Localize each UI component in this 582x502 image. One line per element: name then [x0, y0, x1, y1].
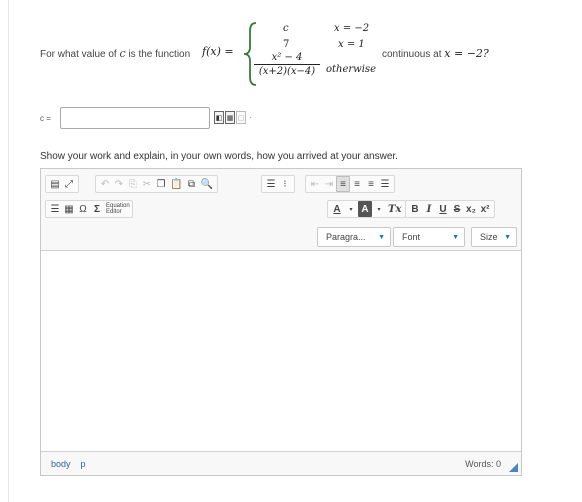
- help-icon[interactable]: ▢: [236, 111, 246, 124]
- horizontal-rule-icon[interactable]: ☰: [48, 201, 62, 217]
- path-p[interactable]: p: [81, 459, 86, 469]
- editor-content-area[interactable]: [41, 252, 521, 450]
- variable-c: c: [119, 47, 126, 60]
- source-icon[interactable]: ▤: [48, 176, 62, 192]
- equation-editor-line2: Editor: [106, 209, 122, 215]
- underline-button[interactable]: U: [436, 201, 450, 217]
- chevron-down-icon: ▼: [378, 233, 385, 241]
- answer-label: c =: [40, 114, 51, 123]
- table-icon[interactable]: ▦: [62, 201, 76, 217]
- maximize-icon[interactable]: ⤢: [62, 176, 76, 192]
- undo-icon[interactable]: ↶: [98, 176, 112, 192]
- omega-icon[interactable]: Ω: [76, 201, 90, 217]
- paragraph-format-value: Paragra...: [326, 232, 366, 242]
- toolbar-group-colors: A ▾ A ▾ Tx: [327, 200, 407, 218]
- piece-2-value: 7: [283, 39, 290, 50]
- paste-text-icon[interactable]: ⎘: [126, 176, 140, 192]
- middle-text: is the function: [128, 49, 191, 60]
- piece-2-condition: x = 1: [338, 39, 365, 50]
- answer-tools: ◧ ▦ ▢ ·: [214, 111, 252, 124]
- word-count: Words: 0: [465, 459, 501, 469]
- piece-1-value: c: [283, 23, 289, 34]
- piece-3-fraction: x² − 4 (x+2)(x−4): [254, 52, 320, 77]
- sigma-icon[interactable]: Σ: [90, 201, 104, 217]
- toolbar-group-lists: ☰ ⁝: [261, 175, 295, 193]
- path-body[interactable]: body: [51, 459, 71, 469]
- indent-icon[interactable]: ⇥: [322, 176, 336, 192]
- italic-button[interactable]: I: [422, 201, 436, 217]
- prefix-text: For what value of: [40, 49, 117, 60]
- left-border: [8, 0, 9, 502]
- find-icon[interactable]: 🔍: [198, 176, 214, 192]
- toolbar-group-align: ⇤ ⇥ ≡ ≡ ≡ ☰: [305, 175, 395, 193]
- bg-color-button[interactable]: A: [358, 201, 372, 217]
- text-color-caret[interactable]: ▾: [344, 201, 358, 217]
- instructions-text: Show your work and explain, in your own …: [40, 151, 398, 162]
- piece-1-condition: x = −2: [334, 23, 370, 34]
- justify-icon[interactable]: ☰: [378, 176, 392, 192]
- font-select[interactable]: Font ▼: [393, 227, 465, 247]
- element-path: body p: [51, 459, 86, 469]
- superscript-button[interactable]: x²: [478, 201, 492, 217]
- answer-input[interactable]: [60, 107, 210, 129]
- question-row: For what value of c is the function f(x)…: [40, 18, 560, 90]
- paragraph-format-select[interactable]: Paragra... ▼: [317, 227, 391, 247]
- toolbar-group-format: B I U S x₂ x²: [405, 200, 496, 218]
- size-select[interactable]: Size ▼: [471, 227, 517, 247]
- align-left-icon[interactable]: ≡: [336, 176, 350, 192]
- editor-toolbar: ▤ ⤢ ↶ ↷ ⎘ ✂ ❐ 📋 ⧉ 🔍 ☰ ⁝ ⇤ ⇥ ≡ ≡ ≡ ☰ ☰ ▦: [41, 169, 521, 251]
- bold-button[interactable]: B: [408, 201, 422, 217]
- function-label: f(x) =: [202, 45, 234, 58]
- suffix-point: x = −2?: [444, 47, 489, 60]
- piece-3-condition: otherwise: [326, 64, 376, 75]
- toolbar-group-source: ▤ ⤢: [45, 175, 79, 193]
- suffix-text: continuous at: [382, 49, 442, 60]
- symbol-icon[interactable]: ◧: [214, 111, 224, 124]
- question-prefix: For what value of c is the function: [40, 47, 190, 60]
- numbered-list-icon[interactable]: ☰: [264, 176, 278, 192]
- equation-editor-label[interactable]: Equation Editor: [106, 203, 130, 215]
- outdent-icon[interactable]: ⇤: [308, 176, 322, 192]
- toolbar-group-clipboard: ↶ ↷ ⎘ ✂ ❐ 📋 ⧉ 🔍: [95, 175, 218, 193]
- tools-dot: ·: [249, 112, 253, 123]
- question-suffix: continuous at x = −2?: [382, 47, 489, 60]
- resize-handle-icon[interactable]: [509, 463, 518, 472]
- paste-word-icon[interactable]: ⧉: [184, 176, 198, 192]
- font-value: Font: [402, 232, 421, 242]
- paste-icon[interactable]: 📋: [168, 176, 184, 192]
- preview-icon[interactable]: ▦: [225, 111, 235, 124]
- bulleted-list-icon[interactable]: ⁝: [278, 176, 292, 192]
- fraction-numerator: x² − 4: [254, 52, 320, 65]
- chevron-down-icon: ▼: [452, 233, 459, 241]
- remove-format-button[interactable]: Tx: [386, 201, 403, 217]
- bg-color-caret[interactable]: ▾: [372, 201, 386, 217]
- text-color-button[interactable]: A: [330, 201, 344, 217]
- chevron-down-icon: ▼: [504, 233, 511, 241]
- size-value: Size: [480, 232, 498, 242]
- toolbar-group-insert: ☰ ▦ Ω Σ Equation Editor: [45, 200, 133, 218]
- strikethrough-button[interactable]: S: [450, 201, 464, 217]
- align-center-icon[interactable]: ≡: [350, 176, 364, 192]
- fraction-denominator: (x+2)(x−4): [258, 66, 316, 77]
- rich-text-editor: ▤ ⤢ ↶ ↷ ⎘ ✂ ❐ 📋 ⧉ 🔍 ☰ ⁝ ⇤ ⇥ ≡ ≡ ≡ ☰ ☰ ▦: [40, 168, 522, 476]
- subscript-button[interactable]: x₂: [464, 201, 478, 217]
- cut-icon[interactable]: ✂: [140, 176, 154, 192]
- redo-icon[interactable]: ↷: [112, 176, 126, 192]
- copy-icon[interactable]: ❐: [154, 176, 168, 192]
- align-right-icon[interactable]: ≡: [364, 176, 378, 192]
- editor-status-bar: body p Words: 0: [41, 451, 521, 475]
